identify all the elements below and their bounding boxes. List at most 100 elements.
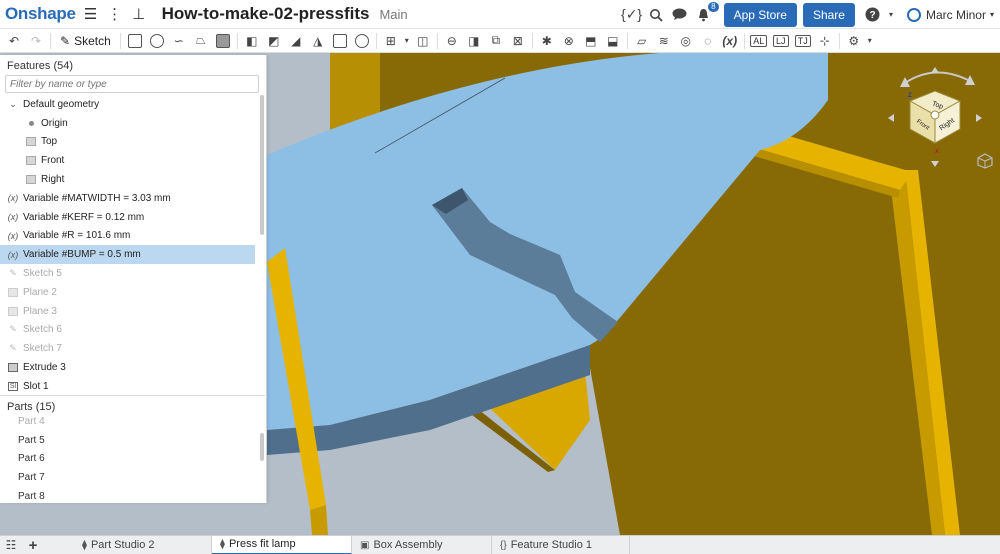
helix-icon[interactable]: ◎ (675, 31, 697, 51)
pencil-icon: ✎ (60, 33, 71, 48)
rib-icon[interactable]: ◮ (307, 31, 329, 51)
feature-item[interactable]: ✎ Sketch 5 (0, 264, 265, 283)
feature-item[interactable]: Sl Slot 1 (0, 377, 265, 393)
move-face-icon[interactable]: ⬒ (580, 31, 602, 51)
tab-bar: ☷ + ⧫ Part Studio 2 ⧫ Press fit lamp ▣ Box As… (0, 535, 1000, 554)
add-tab-icon[interactable]: + (22, 537, 44, 554)
delete-face-icon[interactable]: ⊗ (558, 31, 580, 51)
share-button[interactable]: Share (802, 2, 855, 27)
tab-label: Part Studio 2 (90, 539, 155, 551)
tab-manager-icon[interactable]: ☷ (0, 538, 22, 552)
tab-item[interactable]: ⧫ Part Studio 2 (74, 535, 212, 554)
sketch-icon: ✎ (9, 343, 17, 354)
sketch-button[interactable]: ✎ Sketch (60, 34, 111, 48)
feature-item[interactable]: Plane 2 (0, 283, 265, 302)
feature-item[interactable]: ⌄ Default geometry (0, 95, 265, 114)
replace-face-icon[interactable]: ⬓ (602, 31, 624, 51)
settings-chevron-down-icon[interactable]: ▾ (865, 31, 875, 51)
plane-icon (7, 306, 19, 317)
feature-filter-input[interactable] (5, 75, 259, 93)
part-item[interactable]: Part 5 (0, 431, 265, 450)
version-history-icon[interactable]: ⊥ (130, 5, 148, 23)
feature-item-label: Variable #MATWIDTH = 3.03 mm (23, 192, 171, 204)
extrude-icon[interactable] (124, 31, 146, 51)
fillet-icon[interactable]: ◧ (241, 31, 263, 51)
assembly-icon: ▣ (360, 539, 370, 551)
comments-icon[interactable] (670, 5, 690, 25)
feature-item[interactable]: Right (0, 170, 265, 189)
boolean-icon[interactable]: ⊖ (441, 31, 463, 51)
part-item[interactable]: Part 8 (0, 487, 265, 502)
chamfer-icon[interactable]: ◩ (263, 31, 285, 51)
feature-item[interactable]: Plane 3 (0, 302, 265, 321)
tab-item[interactable]: {} Feature Studio 1 (492, 535, 630, 554)
loft-icon[interactable]: ⏢ (190, 31, 212, 51)
view-cube-menu-icon[interactable] (977, 153, 993, 169)
variable-tool-icon[interactable]: (x) (719, 31, 741, 51)
part-item[interactable]: Part 4 (0, 412, 265, 431)
hole-icon[interactable] (351, 31, 373, 51)
shell-icon[interactable] (329, 31, 351, 51)
tab-item[interactable]: ⧫ Press fit lamp (212, 535, 352, 554)
menu-icon[interactable]: ☰ (82, 5, 100, 23)
mirror-icon[interactable]: ◫ (412, 31, 434, 51)
user-menu[interactable]: Marc Minor ▾ (906, 7, 994, 22)
part-item[interactable]: Part 7 (0, 468, 265, 487)
extrude-icon (7, 362, 19, 373)
mate-connector-icon[interactable]: ≋ (653, 31, 675, 51)
feature-item[interactable]: (x) Variable #R = 101.6 mm (0, 227, 265, 246)
plane-icon (25, 155, 37, 166)
toolbar-divider (436, 32, 438, 49)
undo-icon[interactable]: ↶ (3, 31, 25, 51)
curve-icon[interactable]: ◌ (697, 31, 719, 51)
tab-item[interactable]: ▣ Box Assembly (352, 535, 492, 554)
tab-joint-icon[interactable]: TJ (792, 31, 814, 51)
feature-item[interactable]: (x) Variable #BUMP = 0.5 mm (0, 245, 255, 265)
draft-icon[interactable]: ◢ (285, 31, 307, 51)
toolbar-divider (838, 32, 840, 49)
user-name: Marc Minor (925, 7, 986, 22)
modify-fillet-icon[interactable]: ✱ (536, 31, 558, 51)
sweep-icon[interactable]: ∽ (168, 31, 190, 51)
view-cube[interactable]: Top Front Right Z X (880, 63, 990, 173)
feature-settings-icon[interactable]: ⚙ (843, 31, 865, 51)
feature-item[interactable]: (x) Variable #MATWIDTH = 3.03 mm (0, 189, 265, 208)
add-custom-feature-icon[interactable]: ⊹ (814, 31, 836, 51)
pattern-icon[interactable]: ⊞ (380, 31, 402, 51)
branch-label[interactable]: Main (379, 7, 407, 22)
onshape-logo[interactable]: Onshape (5, 4, 76, 24)
pattern-chevron-down-icon[interactable]: ▾ (402, 31, 412, 51)
feature-studio-icon: {} (500, 539, 507, 551)
search-icon[interactable] (646, 5, 666, 25)
document-title[interactable]: How-to-make-02-pressfits (162, 4, 370, 24)
feature-item[interactable]: Top (0, 133, 265, 152)
laser-joint-icon[interactable]: LJ (770, 31, 792, 51)
top-bar: Onshape ☰ ⋮ ⊥ How-to-make-02-pressfits M… (0, 0, 1000, 29)
document-tree-icon[interactable]: ⋮ (106, 5, 124, 23)
plane-icon[interactable]: ▱ (631, 31, 653, 51)
help-icon[interactable]: ? (863, 5, 883, 25)
revolve-icon[interactable] (146, 31, 168, 51)
feature-item[interactable]: (x) Variable #KERF = 0.12 mm (0, 208, 265, 227)
feature-item[interactable]: ✎ Sketch 6 (0, 321, 265, 340)
feature-scrollbar[interactable] (260, 95, 264, 235)
feature-item[interactable]: Origin (0, 114, 265, 133)
parts-scrollbar[interactable] (260, 433, 264, 461)
variable-icon[interactable]: {✓} (621, 5, 642, 25)
feature-item[interactable]: ✎ Sketch 7 (0, 339, 265, 358)
axis-z-label: Z (908, 93, 912, 99)
thicken-icon[interactable] (212, 31, 234, 51)
sketch-icon: ✎ (9, 324, 17, 335)
auto-layout-icon[interactable]: AL (748, 31, 770, 51)
delete-part-icon[interactable]: ⊠ (507, 31, 529, 51)
transform-icon[interactable]: ⧉ (485, 31, 507, 51)
split-icon[interactable]: ◨ (463, 31, 485, 51)
help-chevron-down-icon[interactable]: ▾ (887, 5, 895, 25)
redo-icon[interactable]: ↷ (25, 31, 47, 51)
feature-item[interactable]: Extrude 3 (0, 358, 265, 377)
part-item[interactable]: Part 6 (0, 450, 265, 469)
notifications-icon[interactable]: 8 (694, 1, 719, 25)
chevron-down-icon[interactable]: ⌄ (7, 99, 19, 110)
feature-item[interactable]: Front (0, 151, 265, 170)
app-store-button[interactable]: App Store (723, 2, 797, 27)
